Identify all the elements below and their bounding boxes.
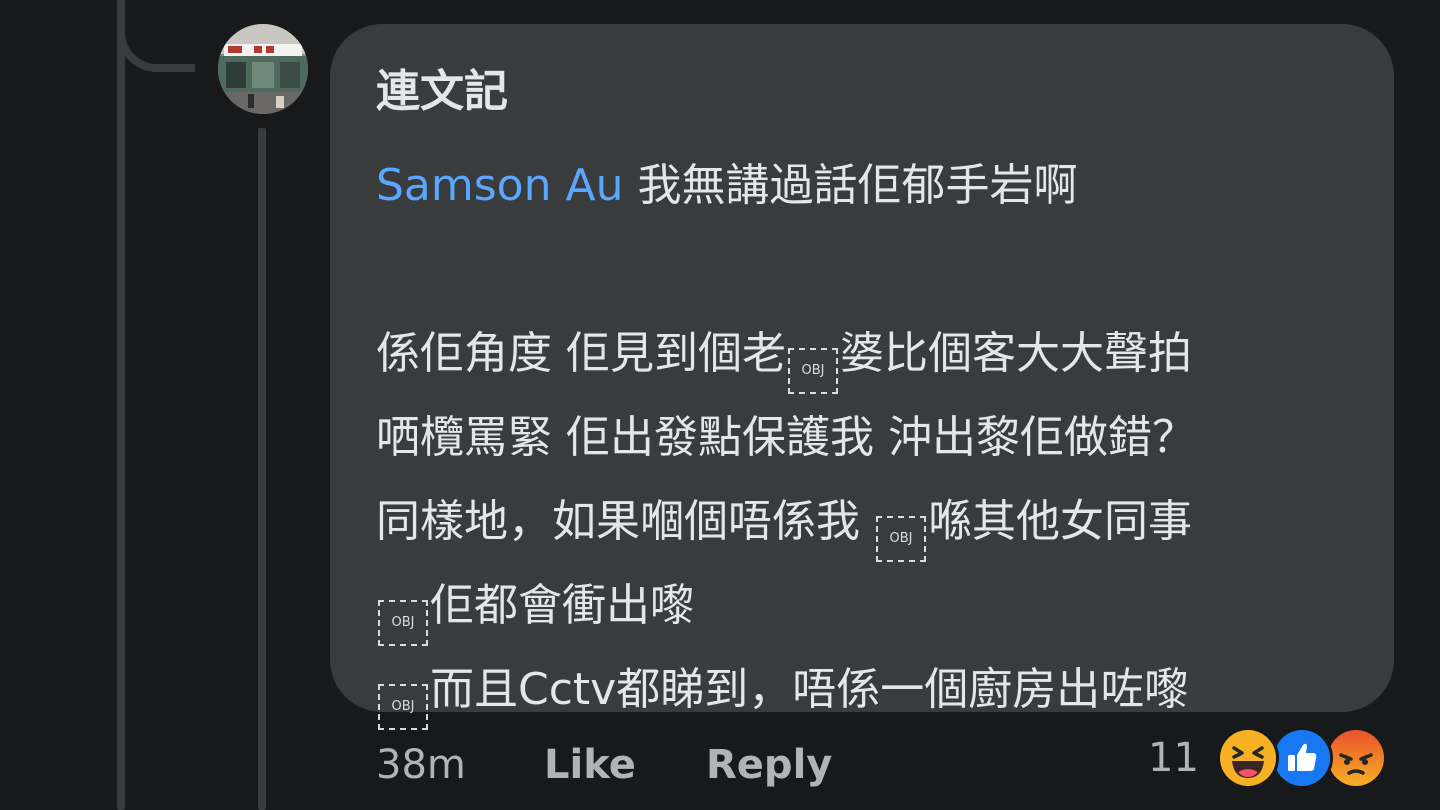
comment-text: 係佢角度 佢見到個老 [376,328,786,379]
thread-connector [117,0,195,72]
angry-icon [1324,727,1387,789]
comment-text: 而且Cctv都睇到，唔係一個廚房出咗嚟 [430,664,1189,715]
like-icon [1270,727,1333,789]
thread-line [117,0,125,810]
reaction-summary[interactable]: 11 [1148,726,1387,790]
like-button[interactable]: Like [544,742,706,788]
comment-text: 喺其他女同事 [928,496,1192,547]
object-placeholder-icon: OBJ [788,348,838,394]
reply-button[interactable]: Reply [706,742,832,788]
comment-text: 哂欖罵緊 佢出發點保護我 沖出黎佢做錯？ [376,412,1196,463]
comment-author[interactable]: 連文記 [376,64,1348,120]
object-placeholder-icon: OBJ [378,684,428,730]
object-placeholder-icon: OBJ [876,516,926,562]
object-placeholder-icon: OBJ [378,600,428,646]
haha-icon [1216,727,1279,789]
comment-text: 我無講過話佢郁手岩啊 [623,160,1078,211]
comment-bubble: 連文記 Samson Au 我無講過話佢郁手岩啊 係佢角度 佢見到個老 OBJ 婆比… [330,24,1394,730]
comment-body: Samson Au 我無講過話佢郁手岩啊 係佢角度 佢見到個老 OBJ 婆比個客大大… [376,144,1348,732]
reaction-count[interactable]: 11 [1148,735,1199,781]
comment-actions: 38m Like Reply [376,735,832,795]
reply-thread-line [258,128,266,810]
comment-timestamp[interactable]: 38m [376,742,544,788]
comment-text: 婆比個客大大聲拍 [840,328,1192,379]
comment-thread: 連文記 Samson Au 我無講過話佢郁手岩啊 係佢角度 佢見到個老 OBJ 婆比… [0,0,1440,810]
comment-text: 同樣地，如果嗰個唔係我 [376,496,874,547]
mention-link[interactable]: Samson Au [376,160,623,211]
comment-text: 佢都會衝出嚟 [430,580,694,631]
avatar[interactable] [218,24,308,114]
